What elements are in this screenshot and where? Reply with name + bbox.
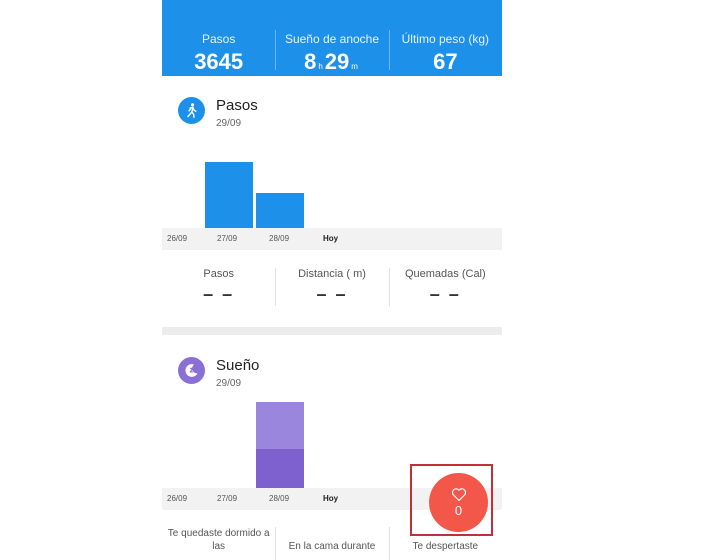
- steps-metrics: Pasos – – Distancia ( m) – – Quemadas (C…: [162, 264, 502, 324]
- heart-rate-button[interactable]: 0: [429, 473, 488, 532]
- sleep-section-date: 29/09: [216, 378, 242, 389]
- metric-distance-value: – –: [316, 284, 348, 304]
- sleep-hours-unit: h: [318, 62, 323, 71]
- metric-distance-label: Distancia ( m): [298, 268, 366, 280]
- sleep-detail-fell-asleep: Te quedaste dormido a las: [167, 528, 270, 552]
- sleep-section-title: Sueño: [216, 357, 260, 374]
- moon-sleep-icon: [178, 357, 205, 384]
- sleep-minutes-unit: m: [351, 62, 358, 71]
- sleep-summary-value: 8 h29 m: [275, 50, 388, 79]
- metric-calories-label: Quemadas (Cal): [404, 268, 486, 280]
- steps-tick-label: 26/09: [167, 234, 188, 243]
- metric-steps-value: – –: [203, 284, 235, 304]
- metric-distance: Distancia ( m) – –: [275, 264, 388, 324]
- sleep-section-header[interactable]: Sueño 29/09: [178, 357, 478, 397]
- steps-section-header[interactable]: Pasos 29/09: [178, 97, 478, 137]
- walking-icon: [178, 97, 205, 124]
- heart-icon: [451, 488, 466, 502]
- sleep-tick-label: 28/09: [269, 494, 290, 503]
- steps-chart[interactable]: 26/09 27/09 28/09 Hoy: [162, 148, 502, 250]
- sleep-hours: 8: [304, 49, 317, 74]
- weight-summary-value: 67: [433, 49, 458, 74]
- summary-header: Pasos 3645 Sueño de anoche 8 h29 m Último …: [162, 0, 502, 76]
- metric-steps: Pasos – –: [162, 264, 275, 324]
- metric-calories: Quemadas (Cal) – –: [388, 264, 502, 324]
- sleep-summary-label: Sueño de anoche: [284, 32, 380, 46]
- metric-calories-value: – –: [429, 284, 461, 304]
- steps-tick-label: 28/09: [269, 234, 290, 243]
- moon-sleep-icon-glyph: [185, 364, 198, 377]
- sleep-bar-segment[interactable]: [256, 449, 304, 488]
- steps-tick-label: Hoy: [323, 234, 339, 243]
- steps-section-title: Pasos: [216, 97, 258, 114]
- steps-bar[interactable]: [205, 162, 253, 228]
- walking-icon-glyph: [187, 103, 197, 118]
- sleep-tick-label: 26/09: [167, 494, 188, 503]
- section-divider: [162, 327, 502, 335]
- heart-rate-count: 0: [454, 503, 463, 518]
- steps-section-date: 29/09: [216, 118, 242, 129]
- sleep-tick-label: Hoy: [323, 494, 339, 503]
- weight-summary[interactable]: Último peso (kg) 67: [388, 0, 502, 76]
- steps-summary[interactable]: Pasos 3645: [162, 0, 275, 76]
- steps-summary-value: 3645: [194, 49, 244, 74]
- sleep-bar-segment[interactable]: [256, 402, 304, 449]
- steps-tick-label: 27/09: [217, 234, 238, 243]
- sleep-summary[interactable]: Sueño de anoche 8 h29 m: [275, 0, 388, 76]
- sleep-detail-in-bed: En la cama durante: [275, 523, 388, 560]
- weight-summary-label: Último peso (kg): [401, 32, 489, 46]
- sleep-minutes: 29: [324, 49, 350, 74]
- sleep-tick-label: 27/09: [217, 494, 238, 503]
- steps-bar[interactable]: [256, 193, 304, 228]
- steps-summary-label: Pasos: [201, 32, 236, 46]
- metric-steps-label: Pasos: [203, 268, 234, 280]
